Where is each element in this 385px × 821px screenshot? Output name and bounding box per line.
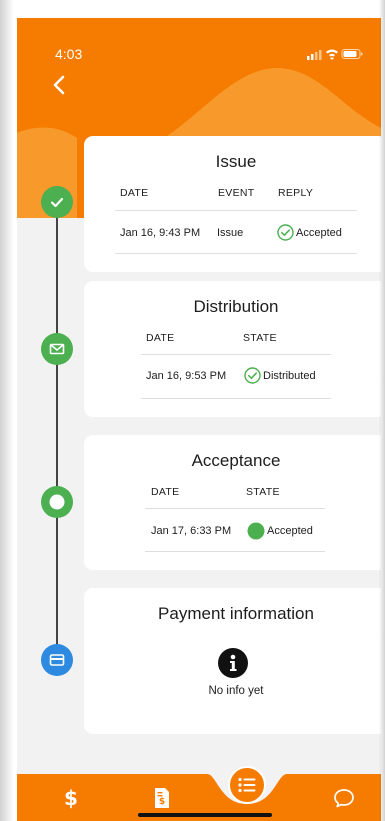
acceptance-state: Accepted xyxy=(247,522,313,540)
svg-text:$: $ xyxy=(159,797,165,807)
timeline-node-payment xyxy=(41,644,73,676)
timeline-node-acceptance xyxy=(41,486,73,518)
frame-shadow-right xyxy=(379,0,385,821)
check-circle-icon xyxy=(244,367,261,384)
screen: 4:03 Issue DATE EVENT REPLY Jan 16, 9:43… xyxy=(17,18,381,821)
header-event: EVENT xyxy=(218,187,255,199)
timeline-node-issue xyxy=(41,186,73,218)
acceptance-divider-top xyxy=(145,508,325,509)
chat-icon xyxy=(334,788,354,807)
table-row: Jan 17, 6:33 PM Accepted xyxy=(151,522,313,540)
home-indicator xyxy=(138,813,272,817)
tab-list[interactable] xyxy=(228,766,266,804)
credit-card-icon xyxy=(49,654,65,666)
distribution-state: Distributed xyxy=(244,367,316,384)
issue-card: Issue DATE EVENT REPLY Jan 16, 9:43 PM I… xyxy=(84,136,381,272)
header-state: STATE xyxy=(243,332,277,344)
issue-reply-text: Accepted xyxy=(296,226,342,239)
circle-icon xyxy=(49,494,65,510)
envelope-icon xyxy=(49,343,65,355)
header-date: DATE xyxy=(151,486,180,498)
issue-divider-bottom xyxy=(115,253,357,254)
svg-text:$: $ xyxy=(64,787,78,809)
invoice-icon: $ xyxy=(155,787,169,808)
check-icon xyxy=(50,197,64,208)
issue-date: Jan 16, 9:43 PM xyxy=(120,226,201,239)
acceptance-date: Jan 17, 6:33 PM xyxy=(151,525,232,537)
issue-reply: Accepted xyxy=(277,224,342,241)
distribution-divider-bottom xyxy=(141,398,331,399)
issue-card-title: Issue xyxy=(215,152,257,171)
no-info-text: No info yet xyxy=(208,685,264,697)
header-date: DATE xyxy=(146,332,175,344)
dollar-icon: $ xyxy=(64,787,78,809)
status-icons xyxy=(307,49,363,60)
payment-card: Payment information No info yet xyxy=(84,588,381,734)
distribution-card: Distribution DATE STATE Jan 16, 9:53 PM … xyxy=(84,281,381,417)
distribution-table-header: DATE STATE xyxy=(146,332,277,344)
frame-shadow-left xyxy=(0,0,14,821)
header-state: STATE xyxy=(246,486,280,498)
distribution-card-title: Distribution xyxy=(193,297,279,316)
info-icon xyxy=(218,648,248,678)
tab-payments[interactable]: $ xyxy=(53,774,89,821)
issue-divider-top xyxy=(115,210,357,211)
payment-card-title: Payment information xyxy=(158,604,314,623)
wifi-icon xyxy=(326,49,338,60)
filled-circle-icon xyxy=(247,522,265,540)
timeline-line xyxy=(56,203,58,658)
acceptance-state-text: Accepted xyxy=(267,525,313,537)
table-row: Jan 16, 9:43 PM Issue Accepted xyxy=(120,224,342,241)
acceptance-card: Acceptance DATE STATE Jan 17, 6:33 PM Ac… xyxy=(84,435,381,570)
back-button[interactable] xyxy=(50,74,68,96)
status-time: 4:03 xyxy=(55,46,83,62)
chevron-left-icon xyxy=(53,75,65,95)
table-row: Jan 16, 9:53 PM Distributed xyxy=(146,367,316,384)
distribution-date: Jan 16, 9:53 PM xyxy=(146,369,227,382)
tab-chat[interactable] xyxy=(326,774,362,821)
timeline-node-distribution xyxy=(41,333,73,365)
header-reply: REPLY xyxy=(278,187,314,199)
signal-icon xyxy=(307,56,310,60)
acceptance-divider-bottom xyxy=(145,551,325,552)
issue-event: Issue xyxy=(217,226,244,239)
acceptance-card-title: Acceptance xyxy=(191,451,281,470)
acceptance-table-header: DATE STATE xyxy=(151,486,280,498)
list-icon xyxy=(238,777,256,793)
check-circle-icon xyxy=(277,224,294,241)
header-date: DATE xyxy=(120,187,149,199)
distribution-divider-top xyxy=(141,354,331,355)
distribution-state-text: Distributed xyxy=(263,369,316,382)
issue-table-header: DATE EVENT REPLY xyxy=(120,187,313,199)
